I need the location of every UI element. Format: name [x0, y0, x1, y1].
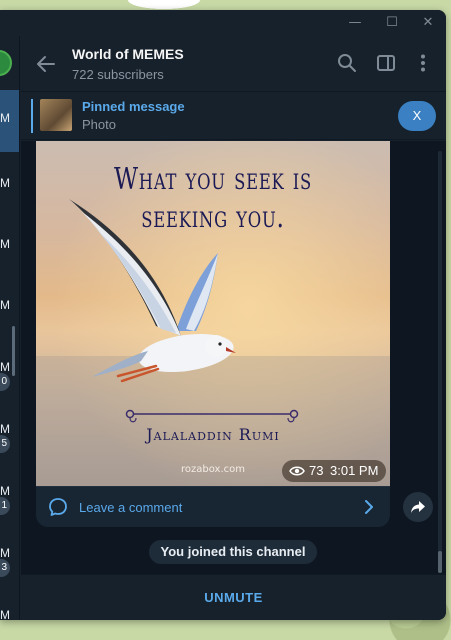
chat-time: M: [0, 111, 10, 125]
pinned-indicator: [31, 99, 33, 133]
view-count: 73: [309, 463, 324, 478]
watermark: rozabox.com: [181, 464, 245, 475]
chat-time: M: [0, 546, 10, 560]
quote-text: What you seek is seeking you.: [75, 161, 351, 237]
quote-author: Jalaladdin Rumi: [146, 425, 280, 444]
chat-time: M: [0, 360, 10, 374]
pinned-title: Pinned message: [82, 99, 185, 114]
unread-badge: 0: [0, 373, 10, 391]
chat-list-scrollbar[interactable]: [12, 326, 15, 376]
chevron-right-icon: [365, 500, 373, 514]
message-scrollbar-track[interactable]: [438, 151, 442, 571]
post-meta: 73 3:01 PM: [282, 460, 386, 482]
maximize-button[interactable]: ☐: [382, 14, 402, 32]
unread-badge: 5: [0, 435, 10, 453]
unread-badge: 3: [0, 559, 10, 577]
chat-time: M: [0, 176, 10, 190]
subscriber-count: 722 subscribers: [72, 67, 164, 82]
close-pinned-button[interactable]: X: [398, 101, 436, 131]
telegram-window: — ☐ ✕ M M M M M 0 M 5 M 1 M 3 M World of…: [0, 10, 446, 620]
message-scrollbar-thumb[interactable]: [438, 551, 442, 573]
chat-time: M: [0, 298, 10, 312]
minimize-button[interactable]: —: [345, 14, 365, 32]
channel-post[interactable]: What you seek is seeking you. Jalaladdin…: [36, 141, 390, 527]
side-panel-icon[interactable]: [376, 53, 396, 73]
chat-avatar[interactable]: [0, 50, 12, 76]
post-photo[interactable]: What you seek is seeking you. Jalaladdin…: [36, 141, 390, 486]
views-eye-icon: [289, 466, 305, 476]
title-bar: — ☐ ✕: [0, 10, 446, 36]
comment-label: Leave a comment: [79, 500, 183, 515]
unread-badge: 1: [0, 497, 10, 515]
search-icon[interactable]: [337, 53, 357, 73]
chat-time: M: [0, 422, 10, 436]
pinned-subtitle: Photo: [82, 117, 116, 132]
share-button[interactable]: [403, 492, 433, 522]
quote-line: seeking you.: [141, 200, 285, 235]
back-arrow-icon[interactable]: [36, 54, 56, 74]
pinned-thumbnail: [40, 99, 72, 131]
chat-time: M: [0, 608, 10, 620]
bottom-bar: UNMUTE: [21, 574, 446, 620]
quote-line: What you seek is: [113, 162, 313, 197]
chat-time: M: [0, 484, 10, 498]
channel-title[interactable]: World of MEMES: [72, 46, 184, 62]
chat-list-strip[interactable]: M M M M M 0 M 5 M 1 M 3 M: [0, 36, 20, 620]
unmute-button[interactable]: UNMUTE: [21, 590, 446, 605]
chat-header: World of MEMES 722 subscribers: [21, 36, 446, 92]
service-message: You joined this channel: [149, 540, 317, 564]
pinned-message-bar[interactable]: Pinned message Photo X: [21, 92, 446, 140]
leave-comment-button[interactable]: Leave a comment: [36, 486, 390, 527]
share-arrow-icon: [411, 501, 425, 513]
post-time: 3:01 PM: [330, 463, 379, 478]
message-area[interactable]: What you seek is seeking you. Jalaladdin…: [21, 141, 446, 574]
comment-bubble-icon: [49, 498, 67, 516]
chat-time: M: [0, 237, 10, 251]
more-icon[interactable]: [413, 53, 433, 73]
close-window-button[interactable]: ✕: [418, 14, 438, 32]
